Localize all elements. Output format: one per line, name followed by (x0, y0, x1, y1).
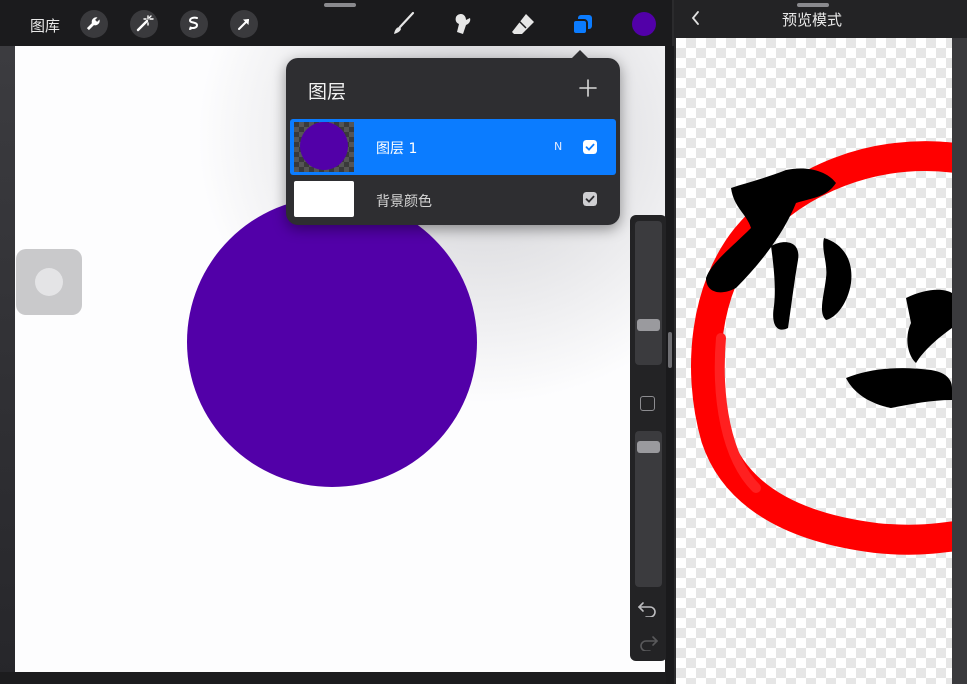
drawing-app-pane: 图库 图层 图层 1 N 背景颜色 (0, 0, 672, 684)
opacity-slider[interactable] (635, 431, 662, 587)
opacity-thumb[interactable] (637, 441, 660, 453)
layer-row-layer-1[interactable]: 图层 1 N (290, 119, 616, 175)
background-color-name: 背景颜色 (376, 194, 432, 210)
purple-circle-shape (187, 197, 477, 487)
top-toolbar: 图库 (0, 0, 672, 46)
layer-1-thumbnail-circle (300, 122, 348, 170)
modify-button[interactable] (16, 249, 82, 315)
layers-title: 图层 (308, 81, 347, 103)
color-picker-swatch[interactable] (632, 12, 656, 36)
preview-scroll-edge (952, 38, 967, 684)
split-view-divider[interactable] (666, 46, 674, 684)
layer-1-visibility-checkbox[interactable] (583, 140, 597, 154)
layers-panel: 图层 图层 1 N 背景颜色 (286, 50, 620, 225)
gallery-button[interactable]: 图库 (30, 15, 60, 36)
brush-icon[interactable] (388, 9, 418, 39)
sidebar-sliders (630, 215, 667, 661)
modify-square-icon[interactable] (640, 396, 655, 411)
layer-1-name: 图层 1 (376, 141, 418, 157)
magic-wand-icon[interactable] (130, 10, 158, 38)
bottom-bar (0, 672, 672, 684)
split-view-handle[interactable] (668, 332, 672, 368)
wrench-icon[interactable] (80, 10, 108, 38)
preview-title: 预览模式 (781, 11, 842, 29)
undo-icon[interactable] (637, 599, 659, 617)
preview-canvas (676, 38, 952, 684)
blend-mode-indicator[interactable]: N (554, 140, 562, 153)
preview-pane: 预览模式 (674, 0, 967, 684)
brush-size-thumb[interactable] (637, 319, 660, 331)
add-layer-icon[interactable] (578, 78, 598, 98)
redo-icon[interactable] (637, 633, 659, 651)
calligraphy-artwork (691, 141, 952, 555)
selection-icon[interactable] (180, 10, 208, 38)
background-color-thumbnail (294, 181, 354, 217)
preview-grab-handle[interactable] (797, 3, 829, 7)
modify-button-dot (35, 268, 63, 296)
layers-icon[interactable] (568, 9, 598, 39)
layer-row-background-color[interactable]: 背景颜色 (290, 175, 616, 223)
multitask-grab-handle[interactable] (324, 3, 356, 7)
desktop-edge (0, 46, 15, 684)
smudge-icon[interactable] (448, 9, 478, 39)
background-visibility-checkbox[interactable] (583, 192, 597, 206)
eraser-icon[interactable] (508, 9, 538, 39)
layer-1-thumbnail (294, 122, 354, 172)
layers-panel-pointer (572, 50, 588, 58)
brush-size-slider[interactable] (635, 221, 662, 365)
preview-header: 预览模式 (674, 0, 967, 38)
transform-arrow-icon[interactable] (230, 10, 258, 38)
